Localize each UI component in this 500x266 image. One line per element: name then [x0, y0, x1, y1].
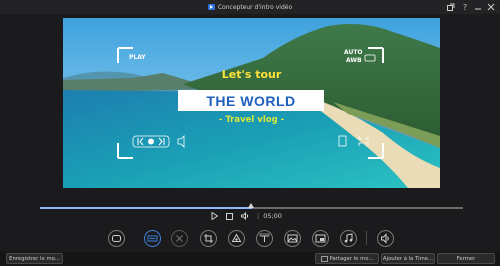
- minimize-icon[interactable]: [473, 2, 483, 12]
- app-logo-icon: [207, 4, 215, 10]
- crop-icon[interactable]: [200, 230, 217, 247]
- expand-icon[interactable]: [446, 2, 456, 12]
- frame-play-label: PLAY: [129, 54, 146, 61]
- timeline-progress: [40, 207, 252, 209]
- tools-bar: [0, 224, 500, 252]
- playback-time: | 05;00: [257, 212, 282, 220]
- time-value: 05;00: [263, 212, 282, 220]
- bottom-bar: Enregistrer le mo... Partager le mo... A…: [0, 252, 500, 266]
- remove-icon[interactable]: [171, 230, 188, 247]
- frame-awb-label: AWB: [346, 57, 362, 64]
- headline-box: THE WORLD: [178, 90, 324, 111]
- music-icon[interactable]: [340, 230, 357, 247]
- subtitle: - Travel vlog -: [218, 115, 285, 125]
- share-template-button[interactable]: Partager le mo...: [315, 253, 379, 264]
- play-icon[interactable]: [209, 211, 219, 221]
- stop-icon[interactable]: [224, 211, 234, 221]
- window-title: Concepteur d'intro vidéo: [217, 3, 293, 11]
- video-preview: PLAY AUTO AWB Let's tour THE WORLD - Tra…: [63, 18, 440, 188]
- tools-separator: [366, 231, 367, 245]
- frame-auto-label: AUTO: [344, 49, 363, 56]
- template-icon[interactable]: [108, 230, 125, 247]
- headline-small: Let's tour: [221, 68, 282, 81]
- window-title-area: Concepteur d'intro vidéo: [0, 0, 500, 14]
- add-to-timeline-button[interactable]: Ajouter à la Time...: [381, 253, 435, 264]
- stickers-icon[interactable]: [228, 230, 245, 247]
- close-icon[interactable]: [486, 2, 496, 12]
- volume-icon[interactable]: [240, 211, 250, 221]
- close-button[interactable]: Fermer: [437, 253, 495, 264]
- help-icon[interactable]: ?: [460, 2, 470, 12]
- background-image-icon[interactable]: [284, 230, 301, 247]
- text-icon[interactable]: [256, 230, 273, 247]
- save-template-button[interactable]: Enregistrer le mo...: [6, 253, 63, 264]
- share-icon: [320, 255, 328, 262]
- share-label: Partager le mo...: [329, 255, 374, 262]
- picture-in-picture-icon[interactable]: [312, 230, 329, 247]
- audio-icon[interactable]: [377, 230, 394, 247]
- customize-icon[interactable]: [144, 230, 161, 247]
- headline-big: THE WORLD: [206, 92, 296, 109]
- playhead-handle[interactable]: [248, 203, 254, 208]
